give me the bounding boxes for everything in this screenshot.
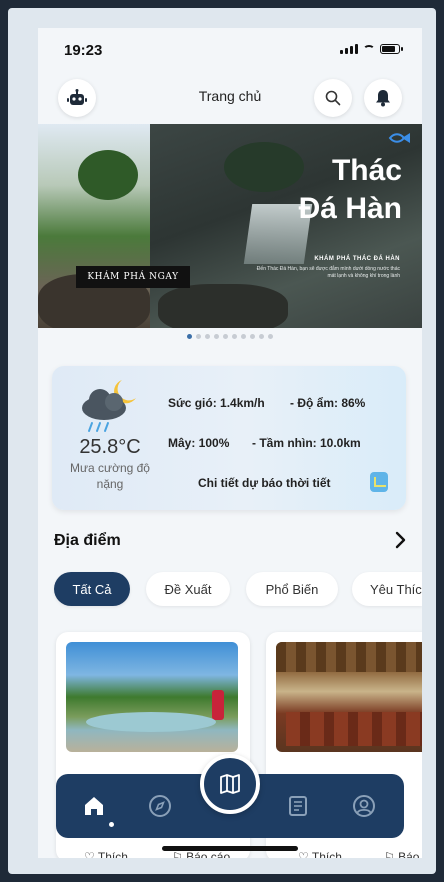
search-icon [325, 90, 341, 106]
banner-tree-shape [78, 150, 138, 200]
filter-chip-popular[interactable]: Phổ Biến [246, 572, 338, 606]
explore-now-button[interactable]: KHÁM PHÁ NGAY [76, 266, 190, 288]
carousel-dot[interactable] [232, 334, 237, 339]
brand-logo-icon [388, 133, 410, 143]
app-screen: 19:23 Trang chủ Thác Đá Hàn KHÁM PHÁ THÁ… [38, 28, 422, 858]
carousel-dot[interactable] [241, 334, 246, 339]
banner-rock-shape [158, 284, 288, 328]
nav-home[interactable] [80, 792, 108, 820]
card-report-button[interactable]: ⚐ Báo cáo [172, 850, 230, 858]
photo-tables-shape [286, 712, 422, 746]
map-fab-button[interactable] [200, 754, 260, 814]
signal-icon [340, 44, 358, 54]
notification-button[interactable] [364, 79, 402, 117]
rain-cloud-moon-icon [82, 380, 136, 432]
card-like-button[interactable]: ♡ Thích [84, 850, 128, 858]
weather-detail-link[interactable]: Chi tiết dự báo thời tiết [198, 476, 331, 490]
weather-card[interactable]: 25.8°C Mưa cường độ nặng Sức gió: 1.4km/… [52, 366, 406, 510]
wind-speed: Sức gió: 1.4km/h [168, 396, 265, 410]
banner-title-line1: Thác [331, 154, 402, 187]
status-time: 19:23 [64, 42, 103, 59]
filter-chips: Tất Cả Đề Xuất Phổ Biến Yêu Thíc [54, 572, 422, 608]
banner-description: Đến Thác Đá Hàn, bạn sẽ được đắm mình dư… [256, 266, 400, 279]
carousel-dot[interactable] [187, 334, 192, 339]
forecast-doc-icon[interactable] [370, 472, 388, 492]
filter-chip-suggested[interactable]: Đề Xuất [146, 572, 230, 606]
photo-figure-shape [212, 690, 224, 720]
status-bar: 19:23 [38, 28, 422, 72]
home-indicator [162, 846, 298, 851]
app-header: Trang chủ [38, 76, 422, 120]
carousel-dot[interactable] [214, 334, 219, 339]
filter-chip-favorite[interactable]: Yêu Thíc [352, 572, 422, 606]
banner-subtitle: KHÁM PHÁ THÁC ĐÁ HÀN [314, 256, 400, 262]
carousel-dot[interactable] [268, 334, 273, 339]
banner-tree-shape [224, 142, 304, 192]
system-icons [340, 44, 403, 54]
wifi-icon [363, 45, 375, 54]
weather-description: Mưa cường độ nặng [70, 461, 150, 491]
carousel-dot[interactable] [196, 334, 201, 339]
battery-icon [380, 44, 403, 54]
carousel-dot[interactable] [250, 334, 255, 339]
place-photo-waterpark [66, 642, 238, 752]
bell-icon [376, 90, 390, 107]
carousel-dot[interactable] [259, 334, 264, 339]
promo-banner[interactable]: Thác Đá Hàn KHÁM PHÁ THÁC ĐÁ HÀN Đến Thá… [38, 124, 422, 328]
place-photo-restaurant [276, 642, 422, 752]
banner-title-line2: Đá Hàn [298, 192, 402, 225]
photo-roof-shape [276, 642, 422, 672]
active-nav-indicator [109, 822, 114, 827]
news-icon [289, 796, 307, 816]
nav-profile[interactable] [350, 792, 378, 820]
nav-news[interactable] [284, 792, 312, 820]
cloud-cover: Mây: 100% [168, 436, 230, 450]
nav-explore[interactable] [146, 792, 174, 820]
temperature-value: 25.8°C [79, 436, 141, 458]
profile-icon [353, 795, 375, 817]
humidity: - Độ ẩm: 86% [290, 396, 366, 410]
carousel-dot[interactable] [205, 334, 210, 339]
card-report-button[interactable]: ⚐ Báo [384, 850, 419, 858]
search-button[interactable] [314, 79, 352, 117]
card-like-button[interactable]: ♡ Thích [298, 850, 342, 858]
visibility: - Tầm nhìn: 10.0km [252, 436, 361, 450]
chevron-right-icon[interactable] [390, 528, 410, 552]
compass-icon [149, 795, 171, 817]
filter-chip-all[interactable]: Tất Cả [54, 572, 130, 606]
home-icon [85, 797, 103, 815]
device-background: 19:23 Trang chủ Thác Đá Hàn KHÁM PHÁ THÁ… [0, 0, 444, 882]
photo-pool-shape [86, 712, 216, 732]
places-section-title: Địa điểm [54, 532, 121, 549]
map-icon [220, 774, 240, 794]
carousel-dots [38, 334, 422, 339]
carousel-dot[interactable] [223, 334, 228, 339]
